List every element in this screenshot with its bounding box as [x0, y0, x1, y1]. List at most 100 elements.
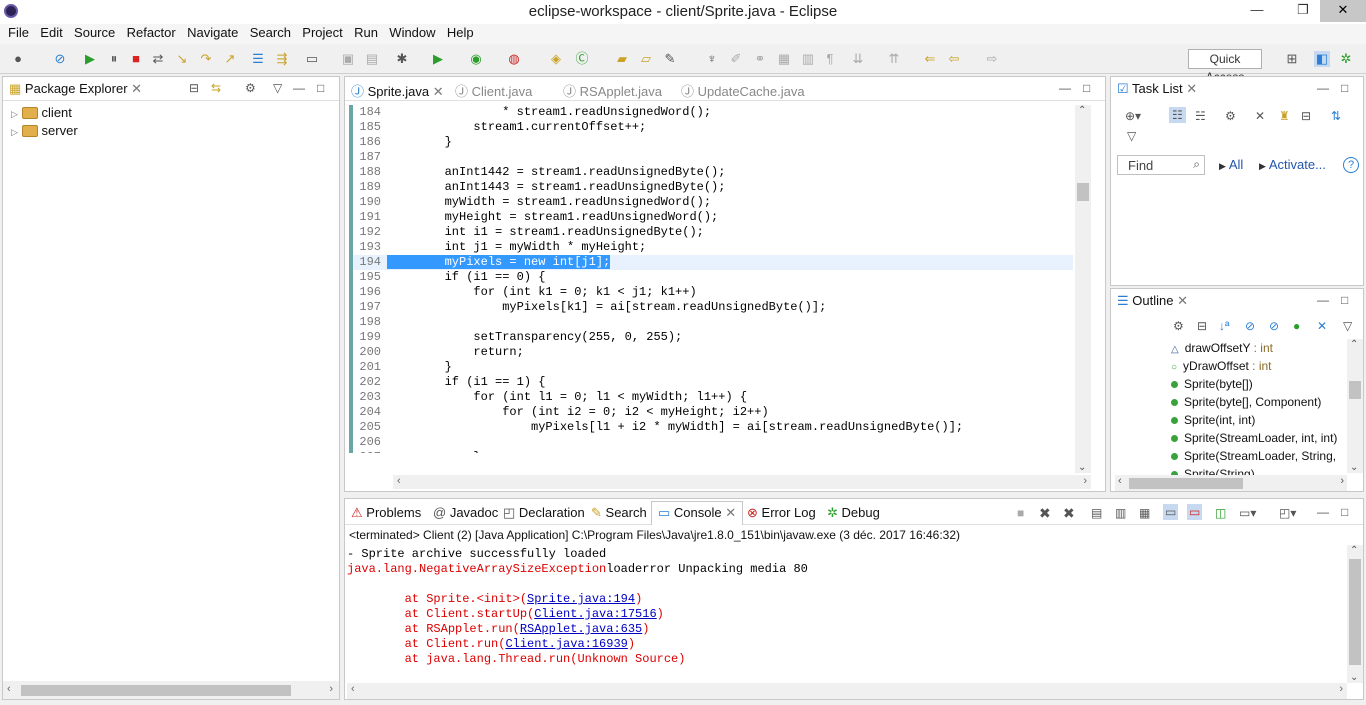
scroll-down-icon[interactable]: ⌄	[1350, 672, 1358, 683]
close-icon[interactable]: ✕	[433, 84, 444, 99]
code-line[interactable]: 192 int i1 = stream1.readUnsignedByte();	[349, 225, 1073, 240]
code-line[interactable]: 201 }	[349, 360, 1073, 375]
expand-arrow-icon[interactable]: ▷	[11, 127, 18, 137]
close-button[interactable]: ✕	[1320, 0, 1366, 22]
terminate-icon[interactable]: ■	[128, 51, 144, 67]
new-java-project-icon[interactable]: ◈	[548, 51, 564, 67]
code-line[interactable]: 197 myPixels[k1] = ai[stream.readUnsigne…	[349, 300, 1073, 315]
horizontal-scrollbar[interactable]: ‹ ›	[3, 681, 339, 699]
tab-client-java[interactable]: Ⓙ Client.java	[455, 81, 532, 100]
source-link[interactable]: RSApplet.java:635	[520, 622, 642, 636]
code-line[interactable]: 202 if (i1 == 1) {	[349, 375, 1073, 390]
code-line[interactable]: 200 return;	[349, 345, 1073, 360]
hide-static-icon[interactable]: ⊘	[1269, 319, 1279, 333]
scroll-down-icon[interactable]: ⌄	[1350, 462, 1358, 473]
hide-local-types-icon[interactable]: ✕	[1317, 319, 1327, 333]
step-into-icon[interactable]: ↘	[174, 51, 190, 67]
whitespace-icon[interactable]: ▥	[800, 51, 816, 67]
editor-vertical-scrollbar[interactable]: ⌃ ⌄	[1075, 105, 1091, 473]
tab-debug[interactable]: ✲ Debug	[827, 505, 880, 521]
run-icon[interactable]: ▶	[430, 51, 446, 67]
hide-nonpublic-icon[interactable]: ●	[1293, 319, 1300, 333]
close-icon[interactable]: ✕	[725, 505, 736, 520]
scroll-right-icon[interactable]: ›	[1339, 683, 1343, 695]
toggle-annotation-icon[interactable]: ♆	[704, 51, 720, 67]
last-edit-icon[interactable]: ⇐	[922, 51, 938, 67]
editor-horizontal-scrollbar[interactable]: ‹ ›	[393, 475, 1091, 489]
code-line[interactable]: 187	[349, 150, 1073, 165]
quick-access-field[interactable]: Quick Access	[1188, 49, 1262, 84]
outline-item[interactable]: Sprite(StreamLoader, int, int)	[1171, 431, 1337, 445]
minimize-icon[interactable]: —	[293, 81, 305, 95]
code-line[interactable]: 185 stream1.currentOffset++;	[349, 120, 1073, 135]
hide-completed-icon[interactable]: ✕	[1255, 109, 1265, 123]
collapse-all-icon[interactable]: ⊟	[1197, 319, 1207, 333]
code-line[interactable]: 207 }	[349, 450, 1073, 453]
scroll-left-icon[interactable]: ‹	[351, 683, 355, 695]
open-type-icon[interactable]: ▰	[614, 51, 630, 67]
code-line[interactable]: 198	[349, 315, 1073, 330]
new-class-icon[interactable]: Ⓒ	[574, 51, 590, 67]
drop-frame-icon[interactable]: ☰	[250, 51, 266, 67]
view-menu-icon[interactable]: ▽	[1343, 319, 1352, 333]
scroll-left-icon[interactable]: ‹	[7, 683, 11, 695]
java-perspective-icon[interactable]: ◧	[1314, 51, 1330, 67]
coverage-icon[interactable]: ◉	[468, 51, 484, 67]
code-line[interactable]: 188 anInt1442 = stream1.readUnsignedByte…	[349, 165, 1073, 180]
external-tools-icon[interactable]: ◍	[506, 51, 522, 67]
word-wrap-icon[interactable]: ▦	[1139, 506, 1150, 520]
minimize-icon[interactable]: —	[1317, 505, 1329, 519]
restore-button[interactable]: ❐	[1286, 0, 1320, 22]
outline-item[interactable]: △ drawOffsetY : int	[1171, 341, 1273, 355]
code-line[interactable]: 205 myPixels[l1 + i2 * myWidth] = ai[str…	[349, 420, 1073, 435]
maximize-icon[interactable]: □	[317, 81, 324, 95]
suspend-icon[interactable]: ⏸	[106, 51, 122, 67]
scrollbar-thumb[interactable]	[1077, 183, 1089, 201]
tab-rsapplet-java[interactable]: Ⓙ RSApplet.java	[563, 81, 662, 100]
scheduled-icon[interactable]: ☵	[1195, 109, 1206, 123]
new-task-icon[interactable]: ⊕▾	[1125, 109, 1141, 123]
next-annotation-icon[interactable]: ⇊	[850, 51, 866, 67]
scroll-up-icon[interactable]: ⌃	[1350, 545, 1358, 556]
scrollbar-thumb[interactable]	[1349, 559, 1361, 665]
scroll-right-icon[interactable]: ›	[1083, 475, 1087, 487]
save-icon[interactable]: ▣	[340, 51, 356, 67]
sort-icon[interactable]: ↓ª	[1219, 319, 1229, 333]
scroll-up-icon[interactable]: ⌃	[1078, 105, 1086, 116]
new-icon[interactable]: ▭	[304, 51, 320, 67]
source-link[interactable]: Client.java:17516	[534, 607, 656, 621]
pin-console-icon[interactable]: ◫	[1215, 506, 1226, 520]
code-line[interactable]: 194 myPixels = new int[j1];	[349, 255, 1073, 270]
maximize-icon[interactable]: □	[1083, 81, 1090, 95]
sync-icon[interactable]: ⇅	[1331, 109, 1341, 123]
filter-icon[interactable]: ⚙	[245, 81, 256, 95]
categorized-icon[interactable]: ☷	[1169, 107, 1186, 123]
scroll-left-icon[interactable]: ‹	[1118, 475, 1122, 487]
remove-launch-icon[interactable]: ✖	[1039, 505, 1051, 522]
back-icon[interactable]: ⇦	[946, 51, 962, 67]
focus-outline-icon[interactable]: ⚙	[1173, 319, 1184, 333]
show-on-stdout-icon[interactable]: ▭	[1163, 504, 1179, 520]
code-line[interactable]: 199 setTransparency(255, 0, 255);	[349, 330, 1073, 345]
display-console-icon[interactable]: ▭▾	[1239, 506, 1256, 520]
code-line[interactable]: 189 anInt1443 = stream1.readUnsignedByte…	[349, 180, 1073, 195]
minimize-icon[interactable]: —	[1317, 81, 1329, 95]
outline-item[interactable]: Sprite(int, int)	[1171, 413, 1255, 427]
menu-refactor[interactable]: Refactor	[127, 24, 176, 40]
menu-help[interactable]: Help	[447, 24, 474, 40]
menu-source[interactable]: Source	[74, 24, 115, 40]
scrollbar-thumb[interactable]	[1349, 381, 1361, 399]
menu-window[interactable]: Window	[389, 24, 435, 40]
code-line[interactable]: 204 for (int i2 = 0; i2 < myHeight; i2++…	[349, 405, 1073, 420]
tree-item-client[interactable]: ▷ client	[11, 105, 72, 120]
user-icon[interactable]: ●	[10, 51, 26, 67]
tab-sprite-java[interactable]: Ⓙ Sprite.java ✕	[351, 81, 444, 100]
outline-item[interactable]: Sprite(byte[], Component)	[1171, 395, 1321, 409]
outline-item[interactable]: Sprite(StreamLoader, String,	[1171, 449, 1336, 463]
menu-navigate[interactable]: Navigate	[187, 24, 238, 40]
maximize-icon[interactable]: □	[1341, 293, 1348, 307]
use-step-filters-icon[interactable]: ⇶	[274, 51, 290, 67]
outline-item[interactable]: ○ yDrawOffset : int	[1171, 359, 1272, 373]
close-icon[interactable]: ✕	[1177, 293, 1188, 308]
scroll-right-icon[interactable]: ›	[1340, 475, 1344, 487]
